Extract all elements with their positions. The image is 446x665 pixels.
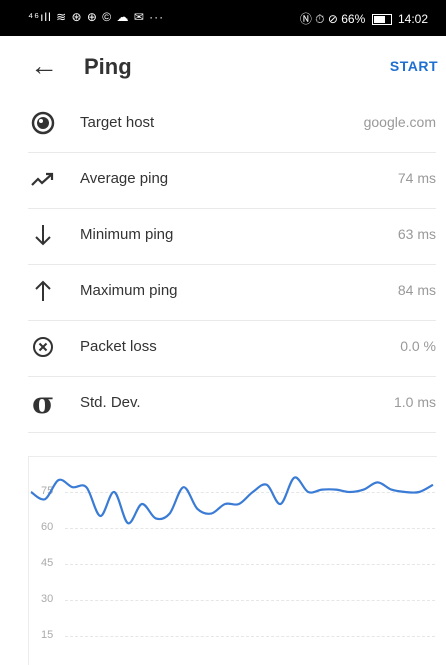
row-label: Target host <box>80 114 154 131</box>
row-minimum-ping: Minimum ping 63 ms <box>28 208 436 265</box>
row-maximum-ping: Maximum ping 84 ms <box>28 264 436 321</box>
row-value: 0.0 % <box>400 338 436 354</box>
row-label: Maximum ping <box>80 282 178 299</box>
page-title: Ping <box>84 54 132 80</box>
ping-series-line <box>31 477 433 523</box>
row-target-host: Target host google.com <box>28 96 436 153</box>
arrow-down-icon <box>28 220 58 250</box>
row-value: 84 ms <box>398 282 436 298</box>
cancel-circle-icon <box>28 332 58 362</box>
status-bar: ⁴⁶ıll ≋ ⊛ ⊕ © ☁ ✉ ··· Ⓝ ⏱ ⊘ 66% 14:02 <box>0 0 446 36</box>
target-host-icon <box>28 108 58 138</box>
status-right-text: Ⓝ ⏱ ⊘ 66% <box>300 12 365 26</box>
sigma-icon: σ <box>28 388 58 418</box>
status-left-icons: ⁴⁶ıll ≋ ⊛ ⊕ © ☁ ✉ ··· <box>28 10 164 24</box>
arrow-up-icon <box>28 276 58 306</box>
app-bar: ← Ping START <box>0 36 446 96</box>
start-button[interactable]: START <box>390 58 438 74</box>
status-time: 14:02 <box>398 12 428 26</box>
row-value: 1.0 ms <box>394 394 436 410</box>
row-std-dev: σ Std. Dev. 1.0 ms <box>28 376 436 433</box>
ping-chart: 75 60 45 30 15 <box>28 456 437 665</box>
row-label: Packet loss <box>80 338 157 355</box>
battery-icon <box>372 14 392 25</box>
back-arrow-icon[interactable]: ← <box>26 48 62 84</box>
row-packet-loss: Packet loss 0.0 % <box>28 320 436 377</box>
row-average-ping: Average ping 74 ms <box>28 152 436 209</box>
row-value: google.com <box>364 114 436 130</box>
row-value: 63 ms <box>398 226 436 242</box>
row-label: Average ping <box>80 170 168 187</box>
ping-line-svg <box>29 457 437 665</box>
row-label: Std. Dev. <box>80 394 141 411</box>
row-value: 74 ms <box>398 170 436 186</box>
status-right: Ⓝ ⏱ ⊘ 66% 14:02 <box>300 10 428 27</box>
row-label: Minimum ping <box>80 226 173 243</box>
trend-up-icon <box>28 164 58 194</box>
